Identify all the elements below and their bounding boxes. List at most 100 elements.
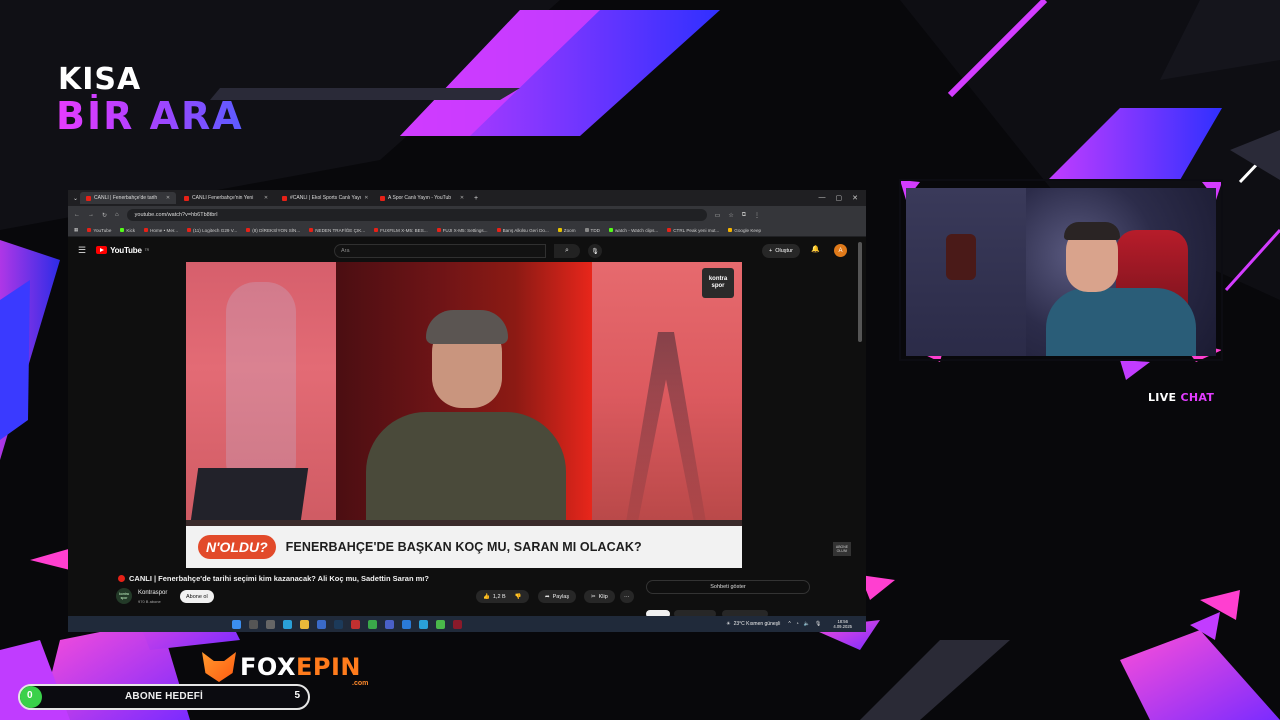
- channel-name[interactable]: Kontraspor: [138, 590, 167, 596]
- page-scrollbar[interactable]: [858, 242, 862, 342]
- channel-avatar[interactable]: kontra spor: [116, 588, 132, 604]
- thumbs-down-icon[interactable]: 👎: [515, 594, 522, 600]
- app-icon[interactable]: [419, 619, 428, 629]
- minimize-icon[interactable]: —: [819, 194, 826, 202]
- microphone-icon: 🎙: [591, 248, 599, 255]
- store-icon[interactable]: [317, 619, 326, 629]
- channel-subscribers: 970 B abone: [138, 599, 161, 604]
- bookmark-item[interactable]: YouTube: [87, 228, 111, 233]
- app-icon[interactable]: [351, 619, 360, 629]
- clock[interactable]: 18:56 4.09.2025: [833, 619, 852, 629]
- weather-widget[interactable]: ☀ 23°C Kısmen güneşli: [726, 621, 780, 627]
- browser-tab-3[interactable]: #CANLI | Ekol Sports Canlı Yayı ✕: [276, 192, 372, 204]
- bookmark-item[interactable]: FUJI X-M5: Settings...: [436, 228, 488, 233]
- volume-icon[interactable]: 🔈: [804, 621, 810, 627]
- close-tab-icon[interactable]: ✕: [460, 195, 464, 201]
- close-tab-icon[interactable]: ✕: [166, 195, 170, 201]
- steam-icon[interactable]: [334, 619, 343, 629]
- subscribe-button[interactable]: Abone ol: [180, 590, 214, 603]
- close-tab-icon[interactable]: ✕: [364, 195, 368, 201]
- favicon-icon: [246, 228, 251, 232]
- app-icon[interactable]: [453, 619, 462, 629]
- favicon-icon: [496, 228, 501, 232]
- home-icon[interactable]: ⌂: [115, 212, 119, 218]
- install-icon[interactable]: ▭: [715, 212, 721, 219]
- favicon-icon: [608, 228, 613, 232]
- bookmark-item[interactable]: Kick: [120, 228, 135, 233]
- more-actions-button[interactable]: ···: [620, 590, 634, 603]
- bookmark-item[interactable]: (11) Logitech G29 V...: [187, 228, 237, 233]
- chrome-icon[interactable]: [368, 619, 377, 629]
- create-button[interactable]: + Oluştur: [762, 244, 800, 258]
- favicon-icon: [436, 228, 441, 232]
- bookmark-item[interactable]: TDD: [584, 228, 600, 233]
- tray-chevron-icon[interactable]: ^: [788, 621, 790, 627]
- video-presenter-body: [366, 412, 566, 532]
- search-icon[interactable]: [249, 619, 258, 629]
- bookmark-item[interactable]: NEDEN TRAFİĞE ÇIK...: [309, 228, 365, 233]
- sponsor-domain: .com: [352, 680, 369, 687]
- apps-icon[interactable]: ▦: [74, 227, 78, 233]
- channel-watermark: kontra spor: [702, 268, 734, 298]
- bookmark-item[interactable]: (8) DİREKSİYON SİN...: [246, 228, 300, 233]
- share-icon: ➦: [545, 593, 550, 600]
- bookmark-item[interactable]: Google Keep: [728, 228, 761, 233]
- search-input[interactable]: Ara: [334, 244, 546, 258]
- search-button[interactable]: ⌕: [554, 244, 580, 258]
- bookmark-item[interactable]: FUXFILM X-M5: BES...: [374, 228, 428, 233]
- live-chat-label: LIVE CHAT: [1148, 391, 1215, 404]
- file-explorer-icon[interactable]: [300, 619, 309, 629]
- bookmark-item[interactable]: CTRL Peak yeni mut...: [667, 228, 719, 233]
- close-window-icon[interactable]: ✕: [852, 194, 858, 202]
- bookmark-item[interactable]: Home • Mer...: [144, 228, 178, 233]
- extensions-icon[interactable]: ⧉: [742, 212, 746, 219]
- webcam-feed: [906, 188, 1216, 356]
- close-tab-icon[interactable]: ✕: [264, 195, 268, 201]
- wifi-icon[interactable]: ◔: [796, 621, 799, 627]
- menu-dots-icon[interactable]: ⋮: [754, 212, 760, 219]
- account-avatar[interactable]: A: [834, 244, 847, 257]
- microphone-icon[interactable]: 🎙: [815, 621, 821, 627]
- youtube-favicon-icon: [282, 195, 288, 201]
- browser-tab-4[interactable]: A Spor Canlı Yayın - YouTub ✕: [374, 192, 470, 204]
- browser-tab-2[interactable]: CANLI Fenerbahçe'nin Yeni ✕: [178, 192, 274, 204]
- app-icon[interactable]: [436, 619, 445, 629]
- tab-list-icon[interactable]: ⌄: [73, 195, 78, 202]
- task-view-icon[interactable]: [266, 619, 275, 629]
- favicon-icon: [584, 228, 589, 232]
- video-background-left: [186, 262, 336, 528]
- video-lower-third: N'OLDU? FENERBAHÇE'DE BAŞKAN KOÇ MU, SAR…: [186, 526, 742, 568]
- app-icon[interactable]: [385, 619, 394, 629]
- menu-hamburger-icon[interactable]: ☰: [78, 245, 86, 256]
- share-button[interactable]: ➦ Paylaş: [538, 590, 577, 603]
- video-player[interactable]: kontra spor N'OLDU? FENERBAHÇE'DE BAŞKAN …: [186, 262, 742, 568]
- like-button[interactable]: 👍 1,2 B 👎: [476, 590, 529, 603]
- show-chat-button[interactable]: Sohbeti göster: [646, 580, 810, 594]
- edge-icon[interactable]: [283, 619, 292, 629]
- lower-third-headline: FENERBAHÇE'DE BAŞKAN KOÇ MU, SARAN MI OL…: [285, 540, 642, 554]
- browser-tab-1[interactable]: CANLI | Fenerbahçe'de tarih ✕: [80, 192, 177, 204]
- youtube-favicon-icon: [86, 195, 92, 201]
- clip-button[interactable]: ✂ Klip: [584, 590, 615, 603]
- search-icon: ⌕: [565, 247, 569, 254]
- url-field[interactable]: youtube.com/watch?v=hb6Tb8tbrI: [126, 209, 707, 221]
- bookmark-item[interactable]: Zoom: [557, 228, 576, 233]
- youtube-logo[interactable]: YouTube TR: [96, 246, 149, 255]
- bookmark-star-icon[interactable]: ☆: [728, 212, 733, 219]
- back-icon[interactable]: ←: [74, 212, 80, 218]
- bookmark-item[interactable]: watch - Watch clips...: [608, 228, 658, 233]
- notifications-bell-icon[interactable]: 🔔: [811, 245, 820, 253]
- microphone-button[interactable]: 🎙: [588, 244, 602, 258]
- sponsor-logo: FOXEPIN: [202, 652, 361, 682]
- reload-icon[interactable]: ↻: [102, 212, 107, 219]
- windows-start-icon[interactable]: [232, 619, 241, 629]
- lower-third-tag: N'OLDU?: [198, 535, 276, 559]
- forward-icon[interactable]: →: [88, 212, 94, 218]
- app-icon[interactable]: [402, 619, 411, 629]
- maximize-icon[interactable]: ▢: [836, 194, 843, 202]
- favicon-icon: [374, 228, 379, 232]
- new-tab-button[interactable]: +: [474, 195, 478, 202]
- favicon-icon: [187, 228, 191, 232]
- bookmark-item[interactable]: Barış Alkılsu Geri Do...: [496, 228, 549, 233]
- subscriber-goal-bar: 0 ABONE HEDEFİ 5: [18, 684, 310, 710]
